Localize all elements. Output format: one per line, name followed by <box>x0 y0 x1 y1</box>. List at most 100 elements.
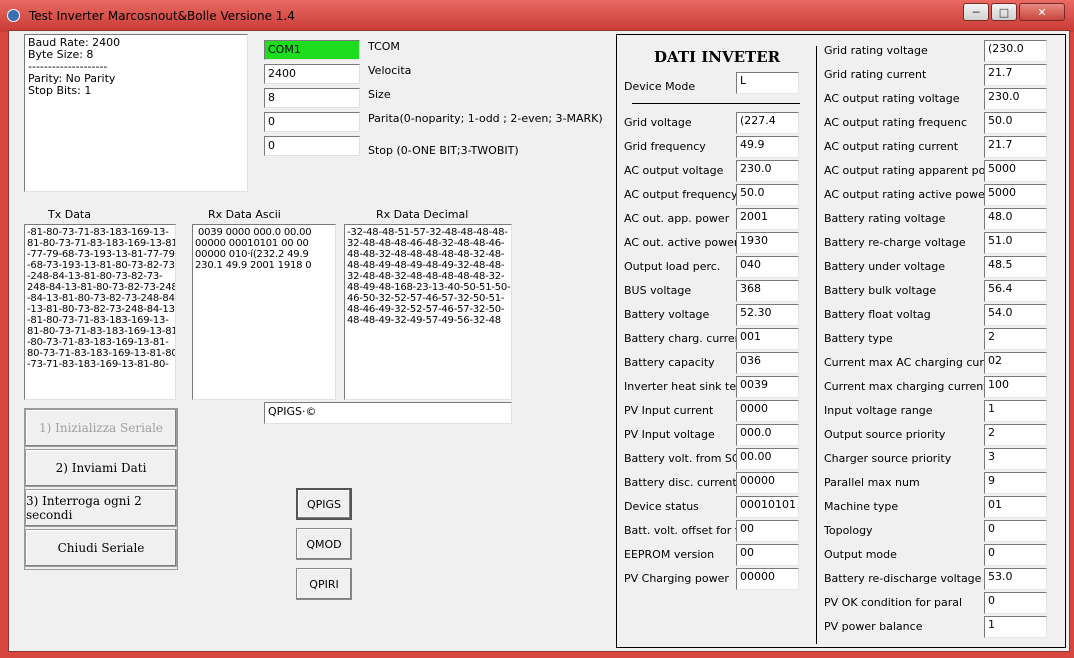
battery-bulk-voltage-value[interactable]: 56.4 <box>984 280 1047 302</box>
bus-voltage-value[interactable]: 368 <box>736 280 799 302</box>
qmod-button[interactable]: QMOD <box>296 528 352 560</box>
ac-out-app-power-value[interactable]: 2001 <box>736 208 799 230</box>
ac-output-rating-voltage-value[interactable]: 230.0 <box>984 88 1047 110</box>
battery-charg-current-label: Battery charg. current <box>624 332 746 345</box>
com-port-label: TCOM <box>368 40 400 53</box>
inverter-heat-sink-temp-value[interactable]: 0039 <box>736 376 799 398</box>
rx-ascii-header: Rx Data Ascii <box>208 208 281 221</box>
battery-volt-from-sc-label: Battery volt. from SC <box>624 452 740 465</box>
grid-voltage-value[interactable]: (227.4 <box>736 112 799 134</box>
bus-voltage-label: BUS voltage <box>624 284 692 297</box>
output-mode-value[interactable]: 0 <box>984 544 1047 566</box>
grid-frequency-value[interactable]: 49.9 <box>736 136 799 158</box>
eeprom-version-value[interactable]: 00 <box>736 544 799 566</box>
battery-float-voltag-value[interactable]: 54.0 <box>984 304 1047 326</box>
batt-volt-offset-for-fans-value[interactable]: 00 <box>736 520 799 542</box>
ac-out-active-power-value[interactable]: 1930 <box>736 232 799 254</box>
close-serial-button[interactable]: Chiudi Seriale <box>25 529 177 567</box>
parallel-max-num-label: Parallel max num <box>824 476 920 489</box>
ac-output-rating-frequenc-value[interactable]: 50.0 <box>984 112 1047 134</box>
device-mode-value[interactable]: L <box>736 72 799 94</box>
ac-output-rating-current-value[interactable]: 21.7 <box>984 136 1047 158</box>
rx-decimal-log[interactable]: -32-48-48-51-57-32-48-48-48-48- 32-48-48… <box>344 224 512 400</box>
battery-under-voltage-value[interactable]: 48.5 <box>984 256 1047 278</box>
com-port-field[interactable]: COM1 <box>264 40 360 60</box>
battery-under-voltage-label: Battery under voltage <box>824 260 946 273</box>
battery-voltage-label: Battery voltage <box>624 308 710 321</box>
ac-output-rating-current-label: AC output rating current <box>824 140 959 153</box>
input-voltage-range-value[interactable]: 1 <box>984 400 1047 422</box>
current-max-ac-charging-current-label: Current max AC charging current <box>824 356 1007 369</box>
battery-voltage-value[interactable]: 52.30 <box>736 304 799 326</box>
ac-output-rating-active-power-label: AC output rating active power <box>824 188 990 201</box>
battery-volt-from-sc-value[interactable]: 00.00 <box>736 448 799 470</box>
battery-re-discharge-voltage-value[interactable]: 53.0 <box>984 568 1047 590</box>
battery-re-discharge-voltage-label: Battery re-discharge voltage <box>824 572 982 585</box>
ac-output-rating-apparent-power-value[interactable]: 5000 <box>984 160 1047 182</box>
maximize-icon[interactable]: □ <box>991 3 1017 21</box>
stop-bits-field[interactable]: 0 <box>264 136 360 156</box>
battery-type-value[interactable]: 2 <box>984 328 1047 350</box>
output-mode-label: Output mode <box>824 548 897 561</box>
output-load-perc-label: Output load perc. <box>624 260 721 273</box>
output-load-perc-value[interactable]: 040 <box>736 256 799 278</box>
panel-heading: DATI INVETER <box>654 48 781 66</box>
output-source-priority-value[interactable]: 2 <box>984 424 1047 446</box>
minimize-icon[interactable]: ─ <box>963 3 989 21</box>
send-data-button[interactable]: 2) Inviami Dati <box>25 449 177 487</box>
baud-rate-field[interactable]: 2400 <box>264 64 360 84</box>
battery-rating-voltage-label: Battery rating voltage <box>824 212 946 225</box>
command-field[interactable]: QPIGS·© <box>264 402 512 424</box>
battery-disc-current-value[interactable]: 00000 <box>736 472 799 494</box>
ac-output-rating-active-power-value[interactable]: 5000 <box>984 184 1047 206</box>
battery-charg-current-value[interactable]: 001 <box>736 328 799 350</box>
eeprom-version-label: EEPROM version <box>624 548 715 561</box>
pv-power-balance-value[interactable]: 1 <box>984 616 1047 638</box>
current-max-ac-charging-current-value[interactable]: 02 <box>984 352 1047 374</box>
charger-source-priority-value[interactable]: 3 <box>984 448 1047 470</box>
grid-frequency-label: Grid frequency <box>624 140 706 153</box>
battery-rating-voltage-value[interactable]: 48.0 <box>984 208 1047 230</box>
battery-re-charge-voltage-value[interactable]: 51.0 <box>984 232 1047 254</box>
machine-type-value[interactable]: 01 <box>984 496 1047 518</box>
current-max-charging-current-value[interactable]: 100 <box>984 376 1047 398</box>
tx-data-log[interactable]: -81-80-73-71-83-183-169-13- 81-80-73-71-… <box>24 224 176 400</box>
parity-field[interactable]: 0 <box>264 112 360 132</box>
grid-rating-voltage-label: Grid rating voltage <box>824 44 928 57</box>
pv-ok-condition-for-paral-value[interactable]: 0 <box>984 592 1047 614</box>
rx-decimal-header: Rx Data Decimal <box>376 208 469 221</box>
topology-value[interactable]: 0 <box>984 520 1047 542</box>
pv-input-voltage-label: PV Input voltage <box>624 428 715 441</box>
grid-rating-current-label: Grid rating current <box>824 68 927 81</box>
battery-type-label: Battery type <box>824 332 893 345</box>
output-source-priority-label: Output source priority <box>824 428 946 441</box>
device-status-value[interactable]: 00010101 <box>736 496 799 518</box>
parallel-max-num-value[interactable]: 9 <box>984 472 1047 494</box>
battery-float-voltag-label: Battery float voltag <box>824 308 931 321</box>
pv-input-voltage-value[interactable]: 000.0 <box>736 424 799 446</box>
close-icon[interactable]: ✕ <box>1019 3 1065 21</box>
battery-capacity-value[interactable]: 036 <box>736 352 799 374</box>
ac-output-rating-voltage-label: AC output rating voltage <box>824 92 960 105</box>
ac-output-rating-apparent-power-label: AC output rating apparent power <box>824 164 1006 177</box>
pv-ok-condition-for-paral-label: PV OK condition for paral <box>824 596 963 609</box>
column-divider <box>816 46 817 644</box>
qpigs-button[interactable]: QPIGS <box>296 488 352 520</box>
pv-charging-power-value[interactable]: 00000 <box>736 568 799 590</box>
current-max-charging-current-label: Current max charging current <box>824 380 988 393</box>
pv-input-current-value[interactable]: 0000 <box>736 400 799 422</box>
ac-output-frequency-value[interactable]: 50.0 <box>736 184 799 206</box>
grid-rating-voltage-value[interactable]: (230.0 <box>984 40 1047 62</box>
poll-every-2-seconds-button[interactable]: 3) Interroga ogni 2 secondi <box>25 489 177 527</box>
ac-output-voltage-label: AC output voltage <box>624 164 724 177</box>
qpiri-button[interactable]: QPIRI <box>296 568 352 600</box>
rx-ascii-log[interactable]: 0039 0000 000.0 00.00 00000 00010101 00 … <box>192 224 336 400</box>
input-voltage-range-label: Input voltage range <box>824 404 933 417</box>
initialize-serial-button[interactable]: 1) Inizializza Seriale <box>25 409 177 447</box>
grid-rating-current-value[interactable]: 21.7 <box>984 64 1047 86</box>
byte-size-field[interactable]: 8 <box>264 88 360 108</box>
byte-size-label: Size <box>368 88 391 101</box>
pv-input-current-label: PV Input current <box>624 404 714 417</box>
app-icon <box>7 9 20 22</box>
ac-output-voltage-value[interactable]: 230.0 <box>736 160 799 182</box>
